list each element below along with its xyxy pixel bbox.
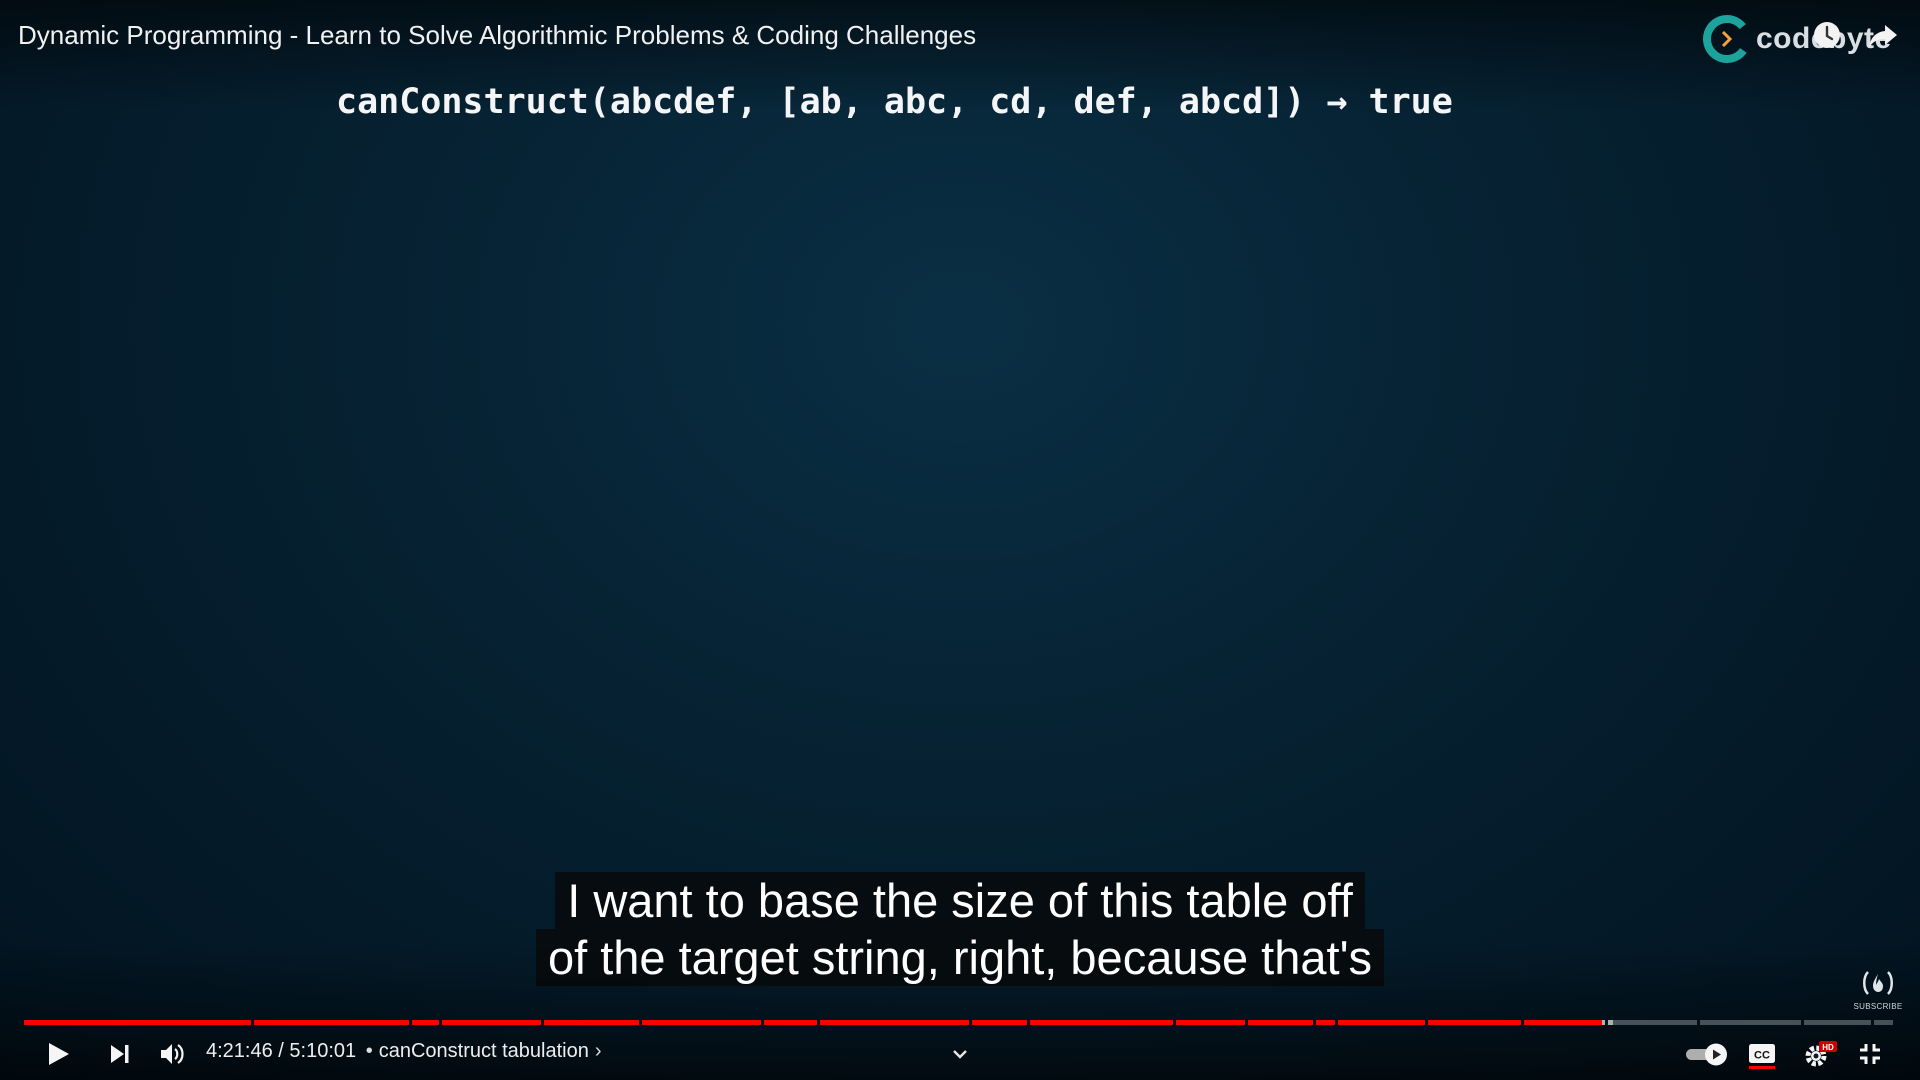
chapter-list-button[interactable] xyxy=(940,1034,980,1074)
played-fill xyxy=(1248,1020,1313,1025)
chapter-bullet: • xyxy=(365,1040,373,1062)
played-fill xyxy=(544,1020,639,1025)
skip-next-icon xyxy=(111,1045,129,1063)
current-time: 4:21:46 xyxy=(206,1040,273,1062)
chapter-segment[interactable] xyxy=(1030,1020,1173,1025)
chapter-segment[interactable] xyxy=(412,1020,439,1025)
played-fill xyxy=(254,1020,409,1025)
svg-text:CC: CC xyxy=(1754,1050,1770,1062)
chapter-segment[interactable] xyxy=(820,1020,969,1025)
exit-fullscreen-button[interactable] xyxy=(1848,1034,1892,1074)
played-fill xyxy=(442,1020,541,1025)
subscribe-badge-text: SUBSCRIBE xyxy=(1853,1002,1903,1011)
duration: 5:10:01 xyxy=(289,1040,357,1062)
time-separator: / xyxy=(278,1040,284,1062)
closed-captions-icon: CC xyxy=(1749,1044,1775,1069)
chevron-down-icon xyxy=(953,1050,967,1059)
codebyte-logo-icon xyxy=(1703,15,1751,63)
chapter-segment[interactable] xyxy=(764,1020,817,1025)
played-fill xyxy=(24,1020,251,1025)
chapter-segment[interactable] xyxy=(1608,1020,1697,1025)
chapter-segment[interactable] xyxy=(1316,1020,1335,1025)
chapter-segment[interactable] xyxy=(972,1020,1027,1025)
played-fill xyxy=(412,1020,439,1025)
played-fill xyxy=(1176,1020,1245,1025)
next-button[interactable] xyxy=(98,1034,142,1074)
played-fill xyxy=(1428,1020,1521,1025)
play-button[interactable] xyxy=(36,1034,80,1074)
chapter-segment[interactable] xyxy=(254,1020,409,1025)
progress-bar[interactable] xyxy=(24,1020,1896,1025)
played-fill xyxy=(1316,1020,1335,1025)
share-arrow-icon[interactable] xyxy=(1866,18,1900,52)
channel-watermark: codebyte xyxy=(1702,14,1892,64)
captions-button[interactable]: CC xyxy=(1740,1034,1784,1074)
time-display: 4:21:46 / 5:10:01 • canConstruct tabulati… xyxy=(206,1040,602,1063)
chapter-segment[interactable] xyxy=(1804,1020,1871,1025)
exit-fullscreen-icon xyxy=(1860,1044,1880,1064)
freecodecamp-logo-icon xyxy=(1863,971,1893,995)
chapter-segment[interactable] xyxy=(24,1020,251,1025)
chapter-segment[interactable] xyxy=(642,1020,761,1025)
settings-gear-icon: HD xyxy=(1805,1041,1837,1067)
caption-line-1: I want to base the size of this table of… xyxy=(555,872,1365,929)
channel-subscribe-badge[interactable]: SUBSCRIBE xyxy=(1850,968,1906,1011)
chapter-title[interactable]: canConstruct tabulation xyxy=(379,1040,589,1062)
chapter-segment[interactable] xyxy=(1428,1020,1521,1025)
slide-code-text: canConstruct(abcdef, [ab, abc, cd, def, … xyxy=(336,82,1453,122)
settings-button[interactable]: HD xyxy=(1794,1034,1844,1074)
chapter-chevron-icon[interactable]: › xyxy=(595,1040,602,1062)
play-icon xyxy=(49,1043,69,1065)
chapter-segment[interactable] xyxy=(1700,1020,1801,1025)
caption-line-2: of the target string, right, because tha… xyxy=(535,929,1385,986)
played-fill xyxy=(764,1020,817,1025)
volume-icon xyxy=(161,1044,184,1064)
chapter-segment[interactable] xyxy=(1874,1020,1893,1025)
played-fill xyxy=(972,1020,1027,1025)
video-title[interactable]: Dynamic Programming - Learn to Solve Alg… xyxy=(18,20,976,51)
volume-button[interactable] xyxy=(150,1034,194,1074)
played-fill xyxy=(642,1020,761,1025)
captions-window: I want to base the size of this table of… xyxy=(0,872,1920,986)
played-fill xyxy=(820,1020,969,1025)
chapter-segment[interactable] xyxy=(544,1020,639,1025)
chapter-segment[interactable] xyxy=(1176,1020,1245,1025)
autoplay-toggle-icon xyxy=(1686,1043,1727,1066)
chapter-segment[interactable] xyxy=(442,1020,541,1025)
autoplay-toggle[interactable] xyxy=(1682,1034,1732,1074)
played-fill xyxy=(1338,1020,1425,1025)
buffered-fill xyxy=(1608,1020,1614,1025)
played-fill xyxy=(1030,1020,1173,1025)
svg-text:HD: HD xyxy=(1822,1043,1834,1052)
chapter-segment[interactable] xyxy=(1524,1020,1605,1025)
chapter-segment[interactable] xyxy=(1338,1020,1425,1025)
chapter-segment[interactable] xyxy=(1248,1020,1313,1025)
played-fill xyxy=(1524,1020,1603,1025)
clock-icon[interactable] xyxy=(1810,18,1844,52)
